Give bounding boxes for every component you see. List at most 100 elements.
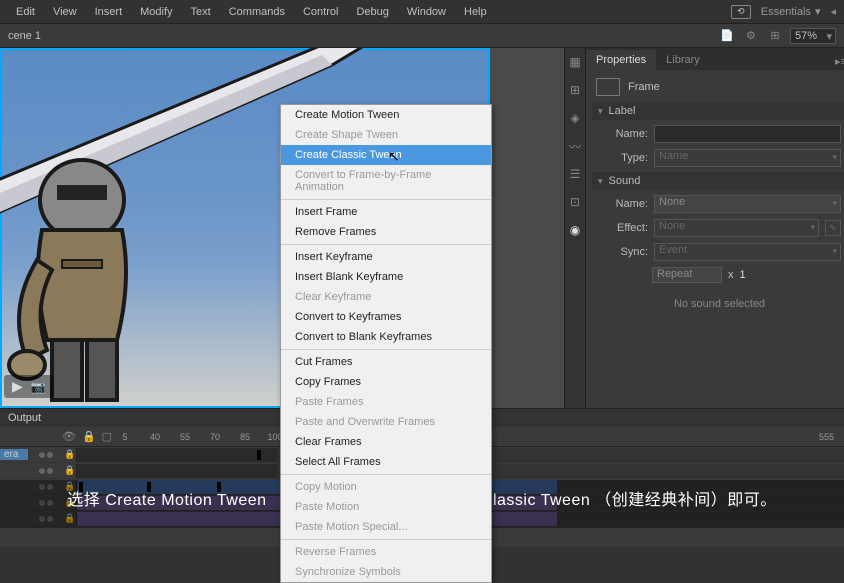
sound-name-row: Name: None bbox=[592, 192, 844, 216]
context-menu-item[interactable]: Copy Frames bbox=[281, 372, 491, 392]
context-menu-item[interactable]: Select All Frames bbox=[281, 452, 491, 472]
context-menu-item: Clear Keyframe bbox=[281, 287, 491, 307]
menu-insert[interactable]: Insert bbox=[87, 3, 131, 21]
menu-view[interactable]: View bbox=[45, 3, 85, 21]
context-menu-separator bbox=[281, 244, 491, 245]
menu-debug[interactable]: Debug bbox=[348, 3, 396, 21]
frame-icon bbox=[596, 78, 620, 96]
label-type-row: Type: Name bbox=[592, 146, 844, 170]
ruler-mark: 55 bbox=[170, 432, 200, 442]
context-menu-item[interactable]: Insert Frame bbox=[281, 202, 491, 222]
dock-icon-2[interactable]: ⊞ bbox=[565, 80, 585, 100]
dock-icon-6[interactable]: ⊡ bbox=[565, 192, 585, 212]
chevron-down-icon: ▾ bbox=[815, 5, 821, 18]
context-menu: Create Motion TweenCreate Shape TweenCre… bbox=[280, 104, 492, 583]
ruler-mark: 40 bbox=[140, 432, 170, 442]
label-name-row: Name: bbox=[592, 122, 844, 146]
tab-properties[interactable]: Properties bbox=[586, 50, 656, 70]
section-sound[interactable]: Sound bbox=[592, 172, 844, 190]
tab-library[interactable]: Library bbox=[656, 50, 710, 70]
context-menu-item: Create Shape Tween bbox=[281, 125, 491, 145]
repeat-count[interactable]: 1 bbox=[740, 269, 746, 281]
dock-icon-strip: ▦ ⊞ ◈ 〰 ☰ ⊡ ◉ bbox=[565, 48, 586, 408]
context-menu-item[interactable]: Insert Keyframe bbox=[281, 247, 491, 267]
context-menu-item: Paste and Overwrite Frames bbox=[281, 412, 491, 432]
menu-text[interactable]: Text bbox=[183, 3, 219, 21]
play-button-icon[interactable]: ▶ bbox=[12, 378, 23, 395]
menu-help[interactable]: Help bbox=[456, 3, 495, 21]
sound-effect-row: Effect: None ✎ bbox=[592, 216, 844, 240]
scene-bar: cene 1 📄 ⚙ ⊞ 57% bbox=[0, 24, 844, 48]
menu-modify[interactable]: Modify bbox=[132, 3, 180, 21]
eye-icon[interactable]: 👁 bbox=[62, 430, 76, 443]
dock-icon-5[interactable]: ☰ bbox=[565, 164, 585, 184]
workspace-label: Essentials bbox=[761, 6, 811, 18]
menu-bar: Edit View Insert Modify Text Commands Co… bbox=[0, 0, 844, 24]
context-menu-separator bbox=[281, 539, 491, 540]
sound-name-select[interactable]: None bbox=[654, 195, 841, 213]
outline-column-icon[interactable]: ▢ bbox=[102, 430, 112, 443]
camera-icon[interactable]: 📷 bbox=[31, 380, 46, 394]
ruler-mark: 5 bbox=[110, 432, 140, 442]
dock-icon-4[interactable]: 〰 bbox=[565, 136, 585, 156]
sound-sync-label: Sync: bbox=[598, 246, 648, 258]
sound-sync-row: Sync: Event bbox=[592, 240, 844, 264]
scene-name[interactable]: cene 1 bbox=[8, 30, 41, 42]
menu-edit[interactable]: Edit bbox=[8, 3, 43, 21]
menu-control[interactable]: Control bbox=[295, 3, 346, 21]
effect-edit-icon[interactable]: ✎ bbox=[825, 220, 841, 236]
context-menu-item: Reverse Frames bbox=[281, 542, 491, 562]
context-menu-item[interactable]: Convert to Blank Keyframes bbox=[281, 327, 491, 347]
context-menu-item[interactable]: Clear Frames bbox=[281, 432, 491, 452]
repeat-x-label: x bbox=[728, 269, 734, 281]
context-menu-separator bbox=[281, 349, 491, 350]
stage-play-controls: ▶ 📷 bbox=[4, 375, 54, 398]
sound-repeat-select[interactable]: Repeat bbox=[652, 267, 722, 283]
properties-panel: Properties Library ▸≡ Frame Label Name: … bbox=[586, 48, 844, 408]
context-menu-item[interactable]: Create Motion Tween bbox=[281, 105, 491, 125]
context-menu-item[interactable]: Create Classic Tween bbox=[281, 145, 491, 165]
right-dock: ▦ ⊞ ◈ 〰 ☰ ⊡ ◉ Properties Library ▸≡ Fram… bbox=[564, 48, 844, 408]
menu-right: ⟲ Essentials ▾ ◂ bbox=[731, 5, 836, 19]
dock-icon-cc[interactable]: ◉ bbox=[565, 220, 585, 240]
layer-name[interactable]: era bbox=[0, 449, 28, 460]
sound-effect-label: Effect: bbox=[598, 222, 648, 234]
menu-window[interactable]: Window bbox=[399, 3, 454, 21]
context-menu-item[interactable]: Cut Frames bbox=[281, 352, 491, 372]
ruler-mark: 70 bbox=[200, 432, 230, 442]
context-menu-item[interactable]: Remove Frames bbox=[281, 222, 491, 242]
edit-scene-icon[interactable]: 📄 bbox=[718, 28, 736, 44]
label-type-select[interactable]: Name bbox=[654, 149, 841, 167]
sound-sync-select[interactable]: Event bbox=[654, 243, 841, 261]
lock-icon[interactable]: 🔒 bbox=[64, 449, 76, 460]
dock-icon-1[interactable]: ▦ bbox=[565, 52, 585, 72]
fit-icon[interactable]: ⊞ bbox=[766, 28, 784, 44]
sound-repeat-row: Repeat x 1 bbox=[592, 264, 844, 286]
context-menu-item: Convert to Frame-by-Frame Animation bbox=[281, 165, 491, 197]
sound-effect-select[interactable]: None bbox=[654, 219, 819, 237]
lock-icon[interactable]: 🔒 bbox=[64, 465, 76, 476]
context-menu-item[interactable]: Convert to Keyframes bbox=[281, 307, 491, 327]
panel-menu-icon[interactable]: ▸≡ bbox=[829, 53, 844, 70]
context-menu-separator bbox=[281, 199, 491, 200]
lock-column-icon[interactable]: 🔒 bbox=[82, 430, 96, 443]
search-toggle[interactable]: ◂ bbox=[830, 5, 836, 18]
sync-settings-icon[interactable]: ⟲ bbox=[731, 5, 751, 19]
label-name-label: Name: bbox=[598, 128, 648, 140]
label-type-label: Type: bbox=[598, 152, 648, 164]
dock-icon-3[interactable]: ◈ bbox=[565, 108, 585, 128]
workspace-selector[interactable]: Essentials ▾ bbox=[761, 5, 821, 18]
context-menu-item: Paste Frames bbox=[281, 392, 491, 412]
context-menu-item: Synchronize Symbols bbox=[281, 562, 491, 582]
context-menu-item: Paste Motion bbox=[281, 497, 491, 517]
menu-items: Edit View Insert Modify Text Commands Co… bbox=[8, 3, 495, 21]
edit-symbol-icon[interactable]: ⚙ bbox=[742, 28, 760, 44]
panel-tabs: Properties Library ▸≡ bbox=[586, 48, 844, 70]
label-name-input[interactable] bbox=[654, 125, 841, 143]
section-label[interactable]: Label bbox=[592, 102, 844, 120]
context-menu-item[interactable]: Insert Blank Keyframe bbox=[281, 267, 491, 287]
zoom-select[interactable]: 57% bbox=[790, 28, 836, 44]
menu-commands[interactable]: Commands bbox=[221, 3, 293, 21]
object-type-label: Frame bbox=[628, 81, 660, 93]
knight-artwork bbox=[0, 150, 162, 408]
